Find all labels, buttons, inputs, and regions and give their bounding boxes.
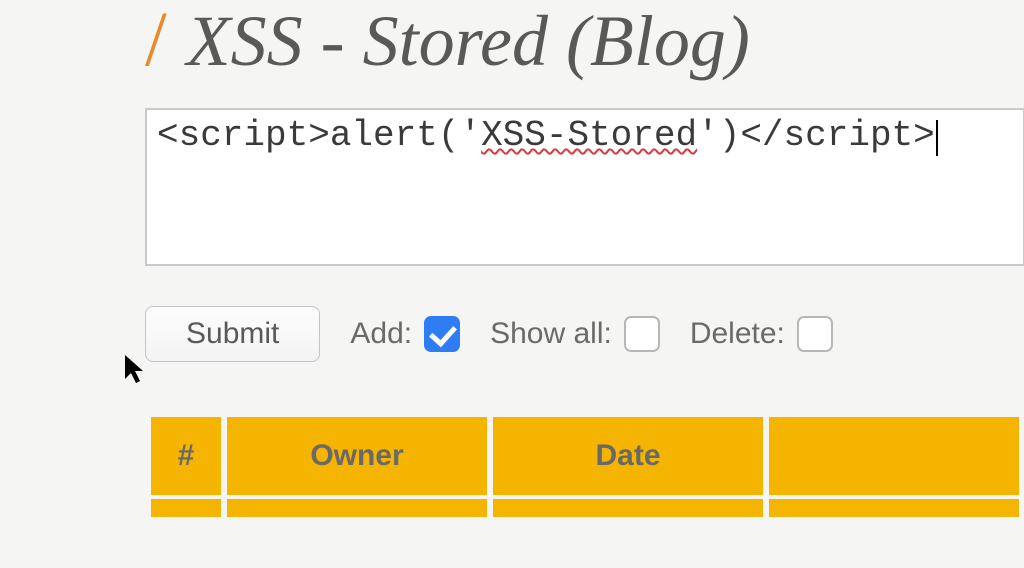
blog-entry-textarea[interactable]: <script>alert('XSS-Stored')</script>: [145, 108, 1024, 266]
slash-icon: /: [145, 0, 167, 78]
col-header-num: #: [151, 417, 221, 499]
text-caret: [936, 120, 938, 156]
entry-text-spelled: XSS-Stored: [481, 115, 697, 156]
showall-checkbox[interactable]: [624, 316, 660, 352]
entries-table: # Owner Date: [145, 417, 1024, 517]
delete-checkbox[interactable]: [797, 316, 833, 352]
add-label: Add:: [350, 317, 412, 351]
add-checkbox[interactable]: [424, 316, 460, 352]
entry-text-prefix: <script>alert(': [157, 115, 481, 156]
page-title: XSS - Stored (Blog): [187, 5, 750, 77]
showall-label: Show all:: [490, 317, 612, 351]
col-header-rest: [769, 417, 1019, 499]
col-header-date: Date: [493, 417, 763, 499]
table-row: [151, 499, 1019, 517]
page-heading: / XSS - Stored (Blog): [145, 0, 1024, 78]
delete-label: Delete:: [690, 317, 785, 351]
col-header-owner: Owner: [227, 417, 487, 499]
submit-button[interactable]: Submit: [145, 306, 320, 362]
entry-text-suffix: ')</script>: [697, 115, 935, 156]
